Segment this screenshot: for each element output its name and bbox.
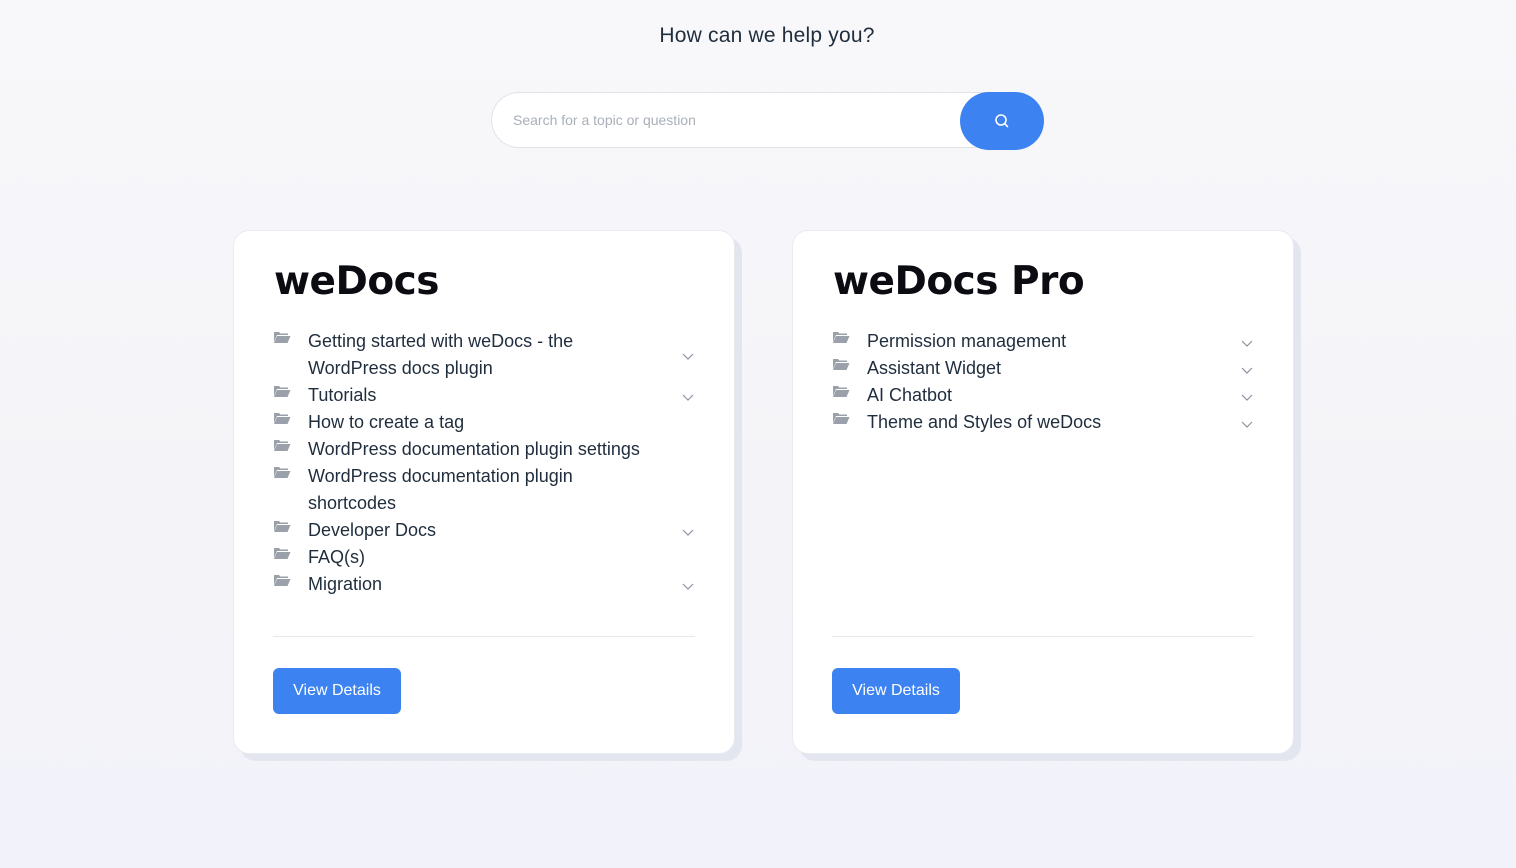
folder-open-icon	[274, 332, 291, 343]
search-button[interactable]	[960, 92, 1044, 150]
chevron-down-icon[interactable]	[1240, 363, 1254, 377]
search-icon	[995, 114, 1009, 128]
doc-section-item[interactable]: Developer Docs	[273, 517, 695, 544]
doc-section-item[interactable]: FAQ(s)	[273, 544, 695, 571]
doc-section-label: Migration	[308, 574, 383, 594]
doc-card-wedocs: weDocs Getting started with weDocs - the…	[233, 230, 735, 754]
divider	[273, 636, 695, 637]
view-details-button[interactable]: View Details	[273, 668, 401, 714]
page-title: How can we help you?	[659, 24, 875, 47]
doc-card-wedocs-pro: weDocs Pro Permission management Assistan…	[792, 230, 1294, 754]
doc-section-label: FAQ(s)	[308, 547, 365, 567]
card-title: weDocs Pro	[833, 259, 1085, 304]
folder-open-icon	[274, 521, 291, 532]
search-input[interactable]	[491, 92, 1011, 148]
doc-section-item[interactable]: WordPress documentation plugin shortcode…	[273, 463, 695, 517]
doc-section-item[interactable]: Permission management	[832, 328, 1254, 355]
doc-section-label: Theme and Styles of weDocs	[867, 412, 1102, 432]
chevron-down-icon[interactable]	[681, 579, 695, 593]
folder-open-icon	[274, 413, 291, 424]
doc-section-label: Getting started with weDocs - the WordPr…	[308, 331, 574, 378]
doc-section-list: Getting started with weDocs - the WordPr…	[273, 328, 695, 598]
doc-section-label: WordPress documentation plugin settings	[308, 439, 640, 459]
chevron-down-icon[interactable]	[681, 390, 695, 404]
card-title: weDocs	[274, 259, 439, 304]
doc-section-label: How to create a tag	[308, 412, 465, 432]
chevron-down-icon[interactable]	[681, 525, 695, 539]
folder-open-icon	[274, 575, 291, 586]
doc-section-label: WordPress documentation plugin shortcode…	[308, 466, 573, 513]
doc-section-label: AI Chatbot	[867, 385, 953, 405]
view-details-button[interactable]: View Details	[832, 668, 960, 714]
folder-open-icon	[833, 386, 850, 397]
chevron-down-icon[interactable]	[1240, 417, 1254, 431]
doc-section-label: Developer Docs	[308, 520, 437, 540]
folder-open-icon	[833, 413, 850, 424]
folder-open-icon	[274, 548, 291, 559]
doc-section-item[interactable]: Assistant Widget	[832, 355, 1254, 382]
folder-open-icon	[274, 467, 291, 478]
chevron-down-icon[interactable]	[1240, 336, 1254, 350]
folder-open-icon	[274, 440, 291, 451]
doc-section-label: Permission management	[867, 331, 1067, 351]
doc-section-item[interactable]: Tutorials	[273, 382, 695, 409]
doc-section-item[interactable]: WordPress documentation plugin settings	[273, 436, 695, 463]
doc-section-item[interactable]: AI Chatbot	[832, 382, 1254, 409]
doc-section-item[interactable]: How to create a tag	[273, 409, 695, 436]
folder-open-icon	[833, 359, 850, 370]
doc-section-item[interactable]: Theme and Styles of weDocs	[832, 409, 1254, 436]
divider	[832, 636, 1254, 637]
doc-section-item[interactable]: Getting started with weDocs - the WordPr…	[273, 328, 695, 382]
folder-open-icon	[274, 386, 291, 397]
doc-section-label: Assistant Widget	[867, 358, 1002, 378]
doc-section-item[interactable]: Migration	[273, 571, 695, 598]
chevron-down-icon[interactable]	[1240, 390, 1254, 404]
folder-open-icon	[833, 332, 850, 343]
chevron-down-icon[interactable]	[681, 349, 695, 363]
search-bar	[491, 92, 1044, 150]
doc-section-label: Tutorials	[308, 385, 377, 405]
doc-section-list: Permission management Assistant Widget AI …	[832, 328, 1254, 436]
